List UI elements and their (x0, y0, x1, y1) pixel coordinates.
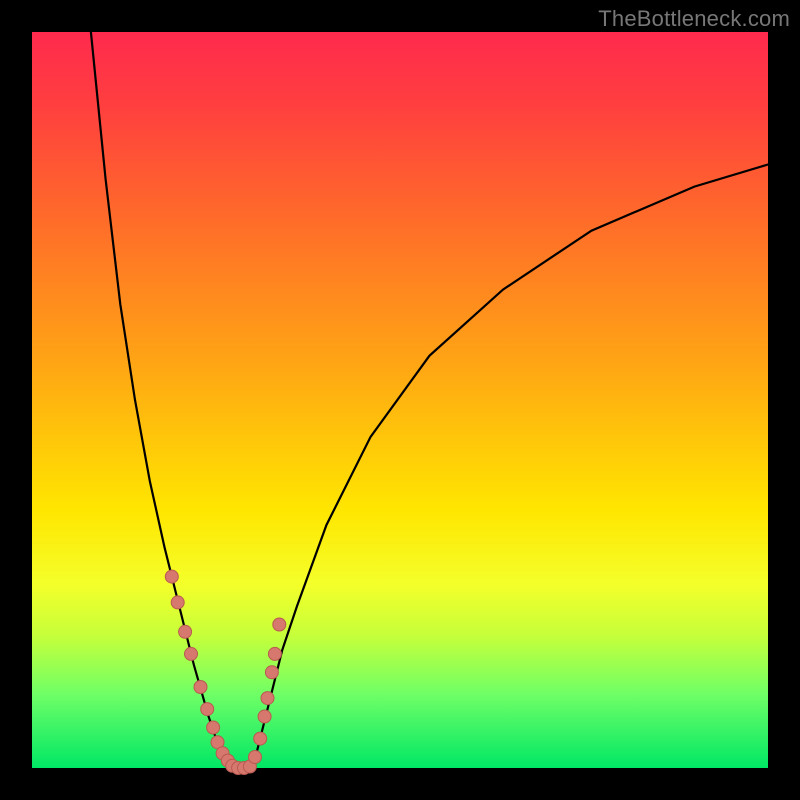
data-marker (258, 710, 271, 723)
data-marker (268, 647, 281, 660)
watermark-text: TheBottleneck.com (598, 6, 790, 32)
data-marker (261, 692, 274, 705)
data-marker (249, 751, 262, 764)
data-marker (194, 681, 207, 694)
data-marker (165, 570, 178, 583)
data-marker (201, 703, 214, 716)
data-marker (185, 647, 198, 660)
data-marker (254, 732, 267, 745)
data-marker (179, 625, 192, 638)
data-marker (171, 596, 184, 609)
data-marker (265, 666, 278, 679)
data-marker (273, 618, 286, 631)
data-marker (207, 721, 220, 734)
marker-group (165, 570, 285, 774)
chart-svg (32, 32, 768, 768)
